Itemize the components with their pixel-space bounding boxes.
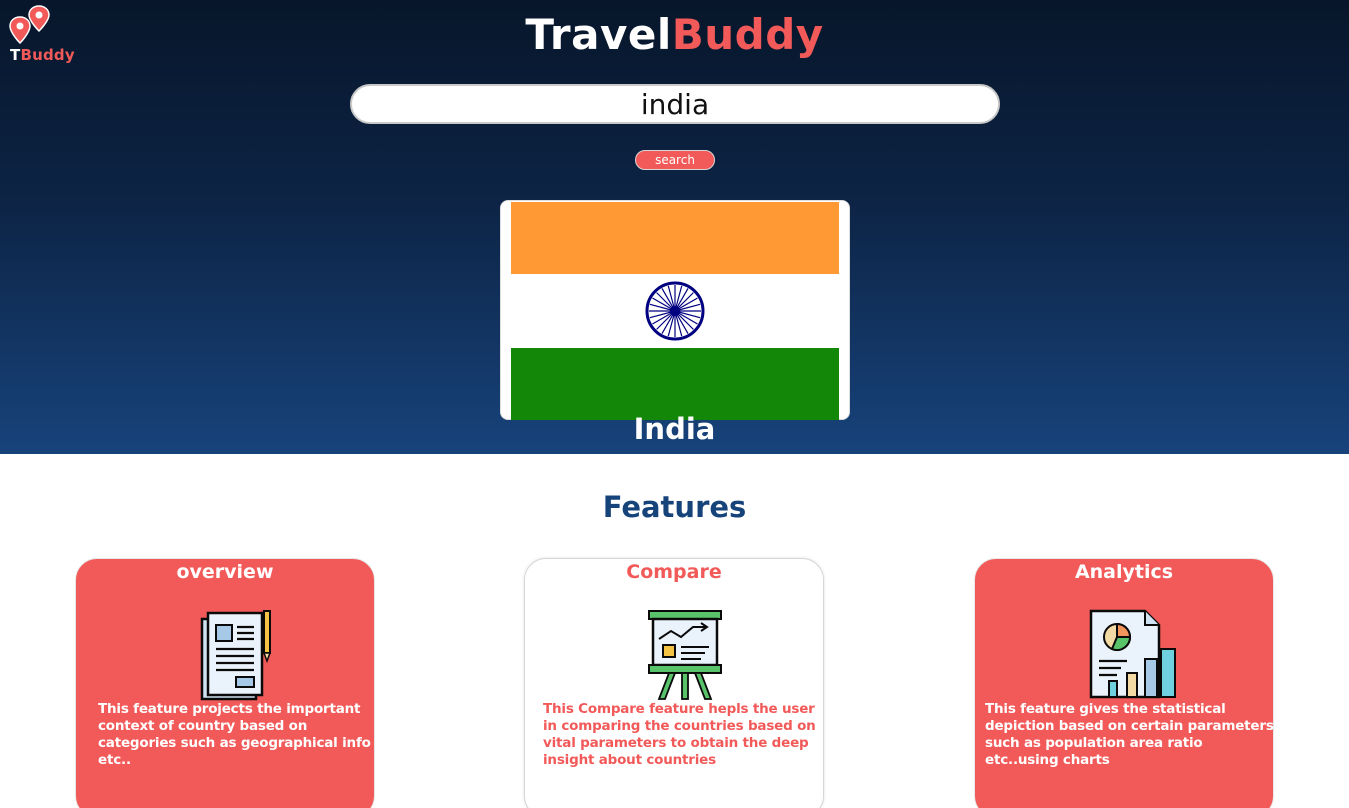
analytics-report-icon	[1089, 609, 1176, 699]
document-pencil-icon	[200, 610, 272, 701]
country-name: India	[633, 412, 716, 446]
feature-card-analytics[interactable]: Analytics This feature gives the statist…	[974, 558, 1274, 808]
site-title-primary: Travel	[525, 10, 672, 59]
feature-card-compare[interactable]: Compare This Compare feature hepls the u…	[524, 558, 824, 808]
feature-card-title: overview	[176, 561, 274, 583]
features-heading: Features	[602, 490, 747, 524]
feature-card-title: Compare	[626, 561, 722, 583]
feature-card-description: This feature gives the statistical depic…	[985, 701, 1274, 768]
site-title-accent: Buddy	[671, 10, 824, 59]
feature-card-title: Analytics	[1074, 561, 1174, 583]
india-flag-icon	[511, 202, 839, 420]
presentation-board-icon	[648, 610, 722, 700]
feature-card-description: This feature projects the important cont…	[98, 701, 371, 768]
search-button[interactable]: search	[635, 150, 715, 170]
feature-card-overview[interactable]: overview This feature projects the impor…	[75, 558, 375, 808]
search-input[interactable]	[350, 84, 1000, 124]
feature-card-description: This Compare feature hepls the user in c…	[543, 701, 816, 768]
flag-card	[500, 200, 850, 420]
site-title: TravelBuddy	[0, 10, 1349, 59]
hero-section: TBuddy TravelBuddy search India	[0, 0, 1349, 454]
